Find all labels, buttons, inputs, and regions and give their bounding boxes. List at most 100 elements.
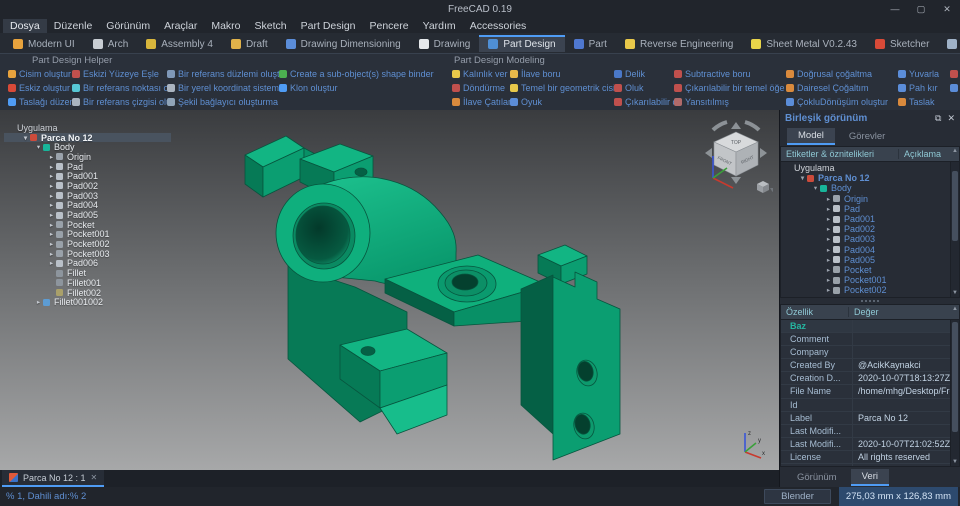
tool-oluk[interactable]: Oluk — [614, 83, 674, 93]
menu-g-r-n-m[interactable]: Görünüm — [99, 19, 157, 33]
property-row-license[interactable]: LicenseAll rights reserved — [781, 451, 959, 464]
menu-accessories[interactable]: Accessories — [463, 19, 534, 33]
expand-icon[interactable]: ▸ — [824, 266, 833, 274]
close-panel-icon[interactable]: ✕ — [947, 113, 955, 124]
tree-item-pad004[interactable]: ▸Pad004 — [4, 201, 98, 211]
property-row-baz[interactable]: Baz — [781, 320, 959, 333]
expand-icon[interactable]: ▸ — [47, 163, 56, 171]
expand-icon[interactable]: ▸ — [824, 235, 833, 243]
property-row-file-name[interactable]: File Name/home/mhg/Desktop/FreeCAD/FreeC… — [781, 385, 959, 398]
expand-icon[interactable]: ▸ — [47, 221, 56, 229]
tree-item-parca-no-12[interactable]: ▾Parca No 12 — [781, 173, 959, 183]
tree-scrollbar[interactable]: ▼ — [950, 162, 959, 297]
tool-d-nd-rme[interactable]: Döndürme — [452, 83, 510, 93]
tree-item-body[interactable]: ▾Body — [4, 142, 75, 152]
property-row-id[interactable]: Id — [781, 399, 959, 412]
expand-icon[interactable]: ▸ — [47, 211, 56, 219]
tool-bir-referans-d-zlemi-olu-tur[interactable]: Bir referans düzlemi oluştur — [167, 69, 279, 79]
tree-item-pad[interactable]: ▸Pad — [4, 162, 83, 172]
expand-icon[interactable]: ▸ — [47, 259, 56, 267]
tool-eskiz-olu-tur[interactable]: Eskiz oluştur — [8, 83, 72, 93]
tab-veri[interactable]: Veri — [851, 469, 889, 486]
tree-item-pad006[interactable]: ▸Pad006 — [4, 259, 98, 269]
scroll-down-icon[interactable]: ▼ — [951, 289, 959, 297]
menu-dosya[interactable]: Dosya — [3, 19, 47, 33]
tree-item-pad002[interactable]: ▸Pad002 — [4, 181, 98, 191]
minimize-icon[interactable]: — — [882, 0, 908, 18]
property-value[interactable] — [853, 425, 959, 437]
expand-icon[interactable]: ▸ — [47, 250, 56, 258]
property-value[interactable]: http://en.wikipedia.org/wiki/All_rights_… — [853, 464, 959, 467]
expand-icon[interactable]: ▸ — [47, 230, 56, 238]
property-value[interactable] — [853, 346, 959, 358]
menu-d-zenle[interactable]: Düzenle — [47, 19, 100, 33]
scroll-up-icon[interactable]: ▲ — [952, 306, 958, 312]
property-row-last-modifi[interactable]: Last Modifi...2020-10-07T21:02:52Z — [781, 438, 959, 451]
tree-item-uygulama[interactable]: Uygulama — [781, 163, 959, 173]
3d-viewport[interactable]: Uygulama▾Parca No 12▾Body▸Origin▸Pad▸Pad… — [0, 110, 779, 470]
document-tab[interactable]: Parca No 12 : 1 ✕ — [2, 470, 104, 487]
tree-item-pocket003[interactable]: ▸Pocket003 — [4, 249, 110, 259]
expand-icon[interactable]: ▾ — [798, 174, 807, 182]
menu-yard-m[interactable]: Yardım — [416, 19, 463, 33]
model-parca-no-12[interactable] — [235, 127, 625, 467]
tree-item-pocket001[interactable]: ▸Pocket001 — [781, 275, 959, 285]
expand-icon[interactable]: ▾ — [811, 184, 820, 192]
tree-item-fillet001[interactable]: Fillet001 — [4, 278, 101, 288]
tab-close-icon[interactable]: ✕ — [91, 473, 98, 482]
property-row-label[interactable]: LabelParca No 12 — [781, 412, 959, 425]
tree-item-uygulama[interactable]: Uygulama — [4, 123, 58, 133]
expand-icon[interactable]: ▸ — [47, 192, 56, 200]
property-row-license-url[interactable]: License URLhttp://en.wikipedia.org/wiki/… — [781, 464, 959, 467]
property-row-creation-d[interactable]: Creation D...2020-10-07T18:13:27Z — [781, 372, 959, 385]
expand-icon[interactable]: ▸ — [47, 182, 56, 190]
tool-kal-nl-k-ver[interactable]: Kalınlık ver — [452, 69, 510, 79]
navigation-style-button[interactable]: Blender — [764, 489, 831, 504]
menu-sketch[interactable]: Sketch — [248, 19, 294, 33]
tool-i-lave-at-lama[interactable]: İlave Çatılama — [452, 97, 510, 107]
workbench-draft[interactable]: Draft — [222, 35, 277, 52]
close-icon[interactable]: ✕ — [934, 0, 960, 18]
property-row-created-by[interactable]: Created By@AcikKaynakci — [781, 359, 959, 372]
expand-icon[interactable]: ▸ — [47, 240, 56, 248]
tool-subtractive-boru[interactable]: Subtractive boru — [674, 69, 786, 79]
maximize-icon[interactable]: ▢ — [908, 0, 934, 18]
tool-kal-nl-k[interactable]: Kalınlık — [950, 69, 960, 79]
property-row-last-modifi[interactable]: Last Modifi... — [781, 425, 959, 438]
tab-gorevler[interactable]: Görevler — [838, 129, 896, 144]
tool-yuvarla[interactable]: Yuvarla — [898, 69, 950, 79]
workbench-drawing[interactable]: Drawing — [410, 35, 480, 52]
expand-icon[interactable]: ▸ — [47, 153, 56, 161]
tree-item-fillet001002[interactable]: ▸Fillet001002 — [4, 297, 103, 307]
workbench-assembly-4[interactable]: Assembly 4 — [137, 35, 222, 52]
workbench-drawing-dimensioning[interactable]: Drawing Dimensioning — [277, 35, 410, 52]
tool-do-rusal-o-altma[interactable]: Doğrusal çoğaltma — [786, 69, 898, 79]
expand-icon[interactable]: ▾ — [21, 134, 30, 142]
tree-item-pocket[interactable]: ▸Pocket — [781, 265, 959, 275]
tree-item-pad004[interactable]: ▸Pad004 — [781, 245, 959, 255]
workbench-sheet-metal-v0-2-43[interactable]: Sheet Metal V0.2.43 — [742, 35, 866, 52]
tool-kar-labilir-bir-temel-e-olu-tur[interactable]: Çıkarılabilir bir temel öğe oluştur▾ — [674, 83, 786, 93]
menu-pencere[interactable]: Pencere — [363, 19, 416, 33]
property-value[interactable]: 2020-10-07T21:02:52Z — [853, 438, 959, 450]
tree-item-pocket002[interactable]: ▸Pocket002 — [781, 285, 959, 295]
expand-icon[interactable]: ▸ — [824, 256, 833, 264]
tree-item-pocket001[interactable]: ▸Pocket001 — [4, 230, 110, 240]
tree-item-pad003[interactable]: ▸Pad003 — [4, 191, 98, 201]
workbench-part[interactable]: Part — [565, 35, 616, 52]
tool-bir-referans-izgisi-olu-tur[interactable]: Bir referans çizgisi oluştur — [72, 97, 167, 107]
tree-item-pad001[interactable]: ▸Pad001 — [4, 171, 98, 181]
tree-item-pad002[interactable]: ▸Pad002 — [781, 224, 959, 234]
tool-create-a-sub-object-s-shape-binder[interactable]: Create a sub-object(s) shape binder — [279, 69, 444, 79]
menu-makro[interactable]: Makro — [204, 19, 247, 33]
tool-pah-k-r[interactable]: Pah kır — [898, 83, 950, 93]
expand-icon[interactable]: ▸ — [824, 297, 833, 298]
tool-klon-olu-tur[interactable]: Klon oluştur — [279, 83, 444, 93]
tree-item-parca-no-12[interactable]: ▾Parca No 12 — [4, 133, 171, 143]
float-panel-icon[interactable]: ⧉ — [935, 113, 941, 124]
tool-mant-ksal-i-lem[interactable]: Mantıksal İşlem — [950, 83, 960, 93]
tool-bir-referans-noktas-olu-tur[interactable]: Bir referans noktası oluştur — [72, 83, 167, 93]
property-value[interactable]: Parca No 12 — [853, 412, 959, 424]
tool-yans-t-lm[interactable]: Yansıtılmış — [674, 97, 786, 107]
property-value[interactable] — [853, 399, 959, 411]
